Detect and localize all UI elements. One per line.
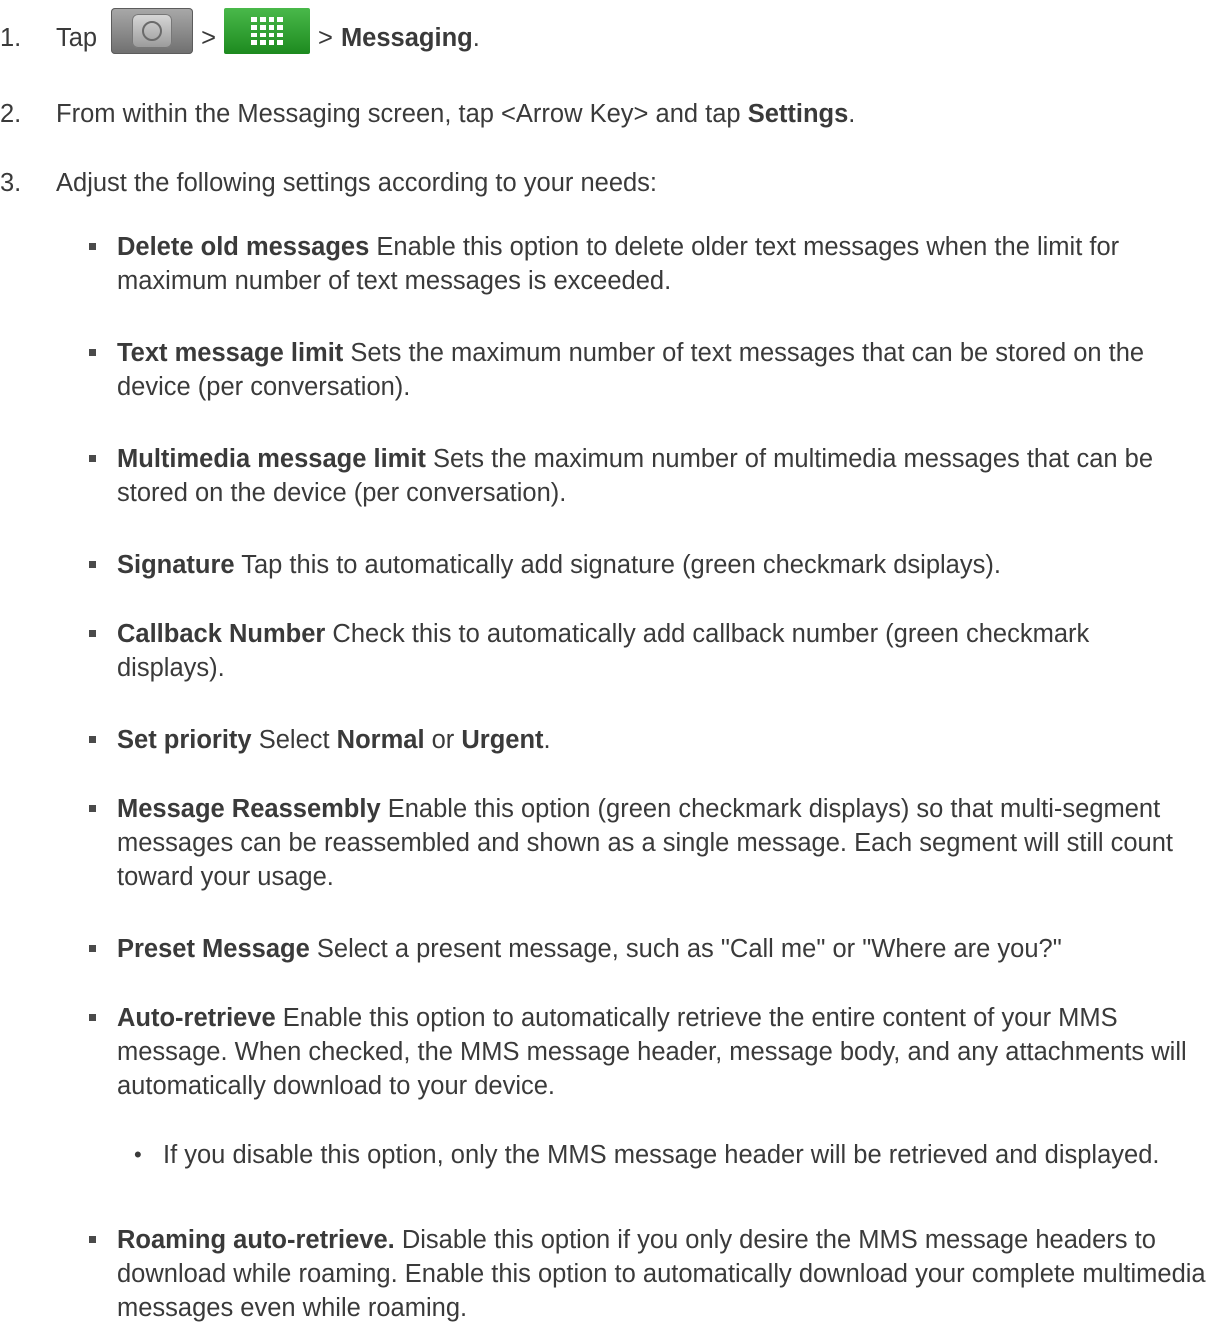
bullet-marker xyxy=(89,349,96,356)
setting-preset-message: Preset Message Select a present message,… xyxy=(117,932,1211,966)
separator: > xyxy=(201,24,217,52)
setting-title: Auto-retrieve xyxy=(117,1004,276,1032)
setting-title: Preset Message xyxy=(117,935,310,963)
setting-description: Tap this to automatically add signature … xyxy=(234,551,1001,579)
step-text: From within the Messaging screen, tap <A… xyxy=(56,100,748,128)
setting-description: Select xyxy=(251,726,337,754)
auto-retrieve-note: If you disable this option, only the MMS… xyxy=(163,1141,1160,1169)
setting-multimedia-message-limit: Multimedia message limit Sets the maximu… xyxy=(117,442,1211,510)
setting-title: Roaming auto-retrieve. xyxy=(117,1226,395,1254)
setting-description: Enable this option to automatically retr… xyxy=(117,1004,1187,1100)
settings-label: Settings xyxy=(747,100,849,128)
priority-option-normal: Normal xyxy=(336,726,425,754)
bullet-marker xyxy=(89,805,96,812)
setting-delete-old-messages: Delete old messages Enable this option t… xyxy=(117,230,1211,298)
bullet-marker xyxy=(89,561,96,568)
step-1: 1. Tap > > Messaging. xyxy=(0,8,480,62)
bullet-marker xyxy=(89,1236,96,1243)
setting-title: Callback Number xyxy=(117,620,326,648)
applications-icon[interactable] xyxy=(224,8,311,54)
setting-auto-retrieve: Auto-retrieve Enable this option to auto… xyxy=(117,1001,1211,1103)
step-text: Adjust the following settings according … xyxy=(56,169,658,197)
step-text: Tap xyxy=(56,24,98,52)
step-number: 2. xyxy=(0,100,22,128)
setting-text-message-limit: Text message limit Sets the maximum numb… xyxy=(117,336,1211,404)
sub-bullet-marker: • xyxy=(134,1142,142,1167)
setting-title: Signature xyxy=(117,551,235,579)
step-number: 1. xyxy=(0,24,22,52)
setting-title: Text message limit xyxy=(117,339,344,367)
home-icon[interactable] xyxy=(111,8,194,54)
setting-roaming-auto-retrieve: Roaming auto-retrieve. Disable this opti… xyxy=(117,1223,1211,1325)
bullet-marker xyxy=(89,1014,96,1021)
step-3: 3. Adjust the following settings accordi… xyxy=(0,166,657,200)
bullet-marker xyxy=(89,630,96,637)
step-2: 2. From within the Messaging screen, tap… xyxy=(0,97,855,131)
setting-set-priority: Set priority Select Normal or Urgent. xyxy=(117,723,1211,757)
bullet-marker xyxy=(89,455,96,462)
setting-signature: Signature Tap this to automatically add … xyxy=(117,548,1211,582)
setting-title: Multimedia message limit xyxy=(117,445,426,473)
setting-title: Set priority xyxy=(117,726,252,754)
period: . xyxy=(543,726,551,754)
bullet-marker xyxy=(89,736,96,743)
period: . xyxy=(848,100,856,128)
setting-message-reassembly: Message Reassembly Enable this option (g… xyxy=(117,792,1211,894)
priority-option-urgent: Urgent xyxy=(461,726,544,754)
separator: > xyxy=(318,24,333,52)
conjunction: or xyxy=(424,726,462,754)
setting-description: Select a present message, such as "Call … xyxy=(309,935,1062,963)
step-number: 3. xyxy=(0,169,22,197)
setting-title: Delete old messages xyxy=(117,233,370,261)
setting-callback-number: Callback Number Check this to automatica… xyxy=(117,617,1111,685)
bullet-marker xyxy=(89,945,96,952)
messaging-label: Messaging xyxy=(340,24,473,52)
setting-title: Message Reassembly xyxy=(117,795,381,823)
period: . xyxy=(472,24,480,52)
bullet-marker xyxy=(89,243,96,250)
